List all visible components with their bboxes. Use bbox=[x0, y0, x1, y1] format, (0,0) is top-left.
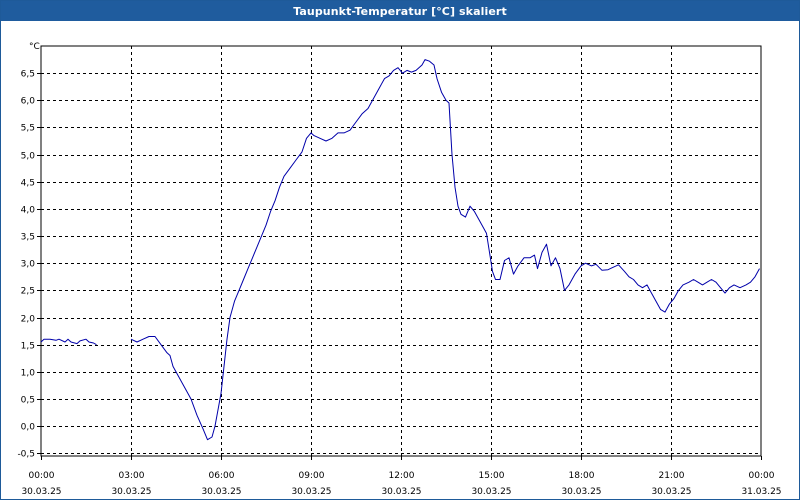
y-axis-unit-label: °C bbox=[29, 42, 40, 52]
x-tick-date-label: 30.03.25 bbox=[651, 487, 691, 497]
y-tick-label: 1,5 bbox=[21, 342, 35, 352]
y-tick-label: 0,5 bbox=[21, 396, 35, 406]
y-tick-label: 2,0 bbox=[21, 315, 36, 325]
y-tick-label: 4,0 bbox=[21, 206, 36, 216]
x-tick-time-label: 03:00 bbox=[119, 471, 145, 481]
y-tick-label: 6,0 bbox=[21, 97, 36, 107]
y-tick-label: 2,5 bbox=[21, 287, 35, 297]
x-tick-time-label: 06:00 bbox=[209, 471, 235, 481]
x-axis: 00:00 30.03.25 03:00 30.03.25 06:00 30.03.25 0… bbox=[21, 456, 782, 497]
y-axis: -0,5 0,0 0,5 1,0 1,5 2,0 2,5 3,0 3,5 4,0 4,5 5,0 5,5… bbox=[17, 70, 41, 460]
x-tick-time-label: 00:00 bbox=[29, 471, 55, 481]
x-tick-time-label: 18:00 bbox=[569, 471, 595, 481]
y-tick-label: 3,0 bbox=[21, 260, 36, 270]
y-tick-label: 3,5 bbox=[21, 233, 35, 243]
x-tick-date-label: 30.03.25 bbox=[381, 487, 421, 497]
x-tick-date-label: 30.03.25 bbox=[291, 487, 331, 497]
x-tick-time-label: 09:00 bbox=[299, 471, 325, 481]
x-tick-time-label: 15:00 bbox=[479, 471, 505, 481]
x-tick-date-label: 31.03.25 bbox=[741, 487, 781, 497]
x-tick-time-label: 12:00 bbox=[389, 471, 415, 481]
y-tick-label: -0,5 bbox=[17, 450, 35, 460]
y-tick-label: 1,0 bbox=[21, 369, 36, 379]
x-tick-date-label: 30.03.25 bbox=[471, 487, 511, 497]
y-tick-label: 0,0 bbox=[21, 423, 36, 433]
x-tick-date-label: 30.03.25 bbox=[561, 487, 601, 497]
y-tick-label: 5,0 bbox=[21, 152, 36, 162]
x-tick-time-label: 21:00 bbox=[659, 471, 685, 481]
chart-window: Taupunkt-Temperatur [°C] skaliert -0,5 0,… bbox=[0, 0, 800, 500]
x-tick-date-label: 30.03.25 bbox=[21, 487, 61, 497]
x-tick-time-label: 00:00 bbox=[749, 471, 775, 481]
y-tick-label: 5,5 bbox=[21, 124, 35, 134]
dewpoint-chart: -0,5 0,0 0,5 1,0 1,5 2,0 2,5 3,0 3,5 4,0 4,5 5,0 5,5… bbox=[17, 42, 782, 497]
x-tick-date-label: 30.03.25 bbox=[111, 487, 151, 497]
y-tick-label: 6,5 bbox=[21, 70, 35, 80]
y-tick-label: 4,5 bbox=[21, 179, 35, 189]
x-tick-date-label: 30.03.25 bbox=[201, 487, 241, 497]
